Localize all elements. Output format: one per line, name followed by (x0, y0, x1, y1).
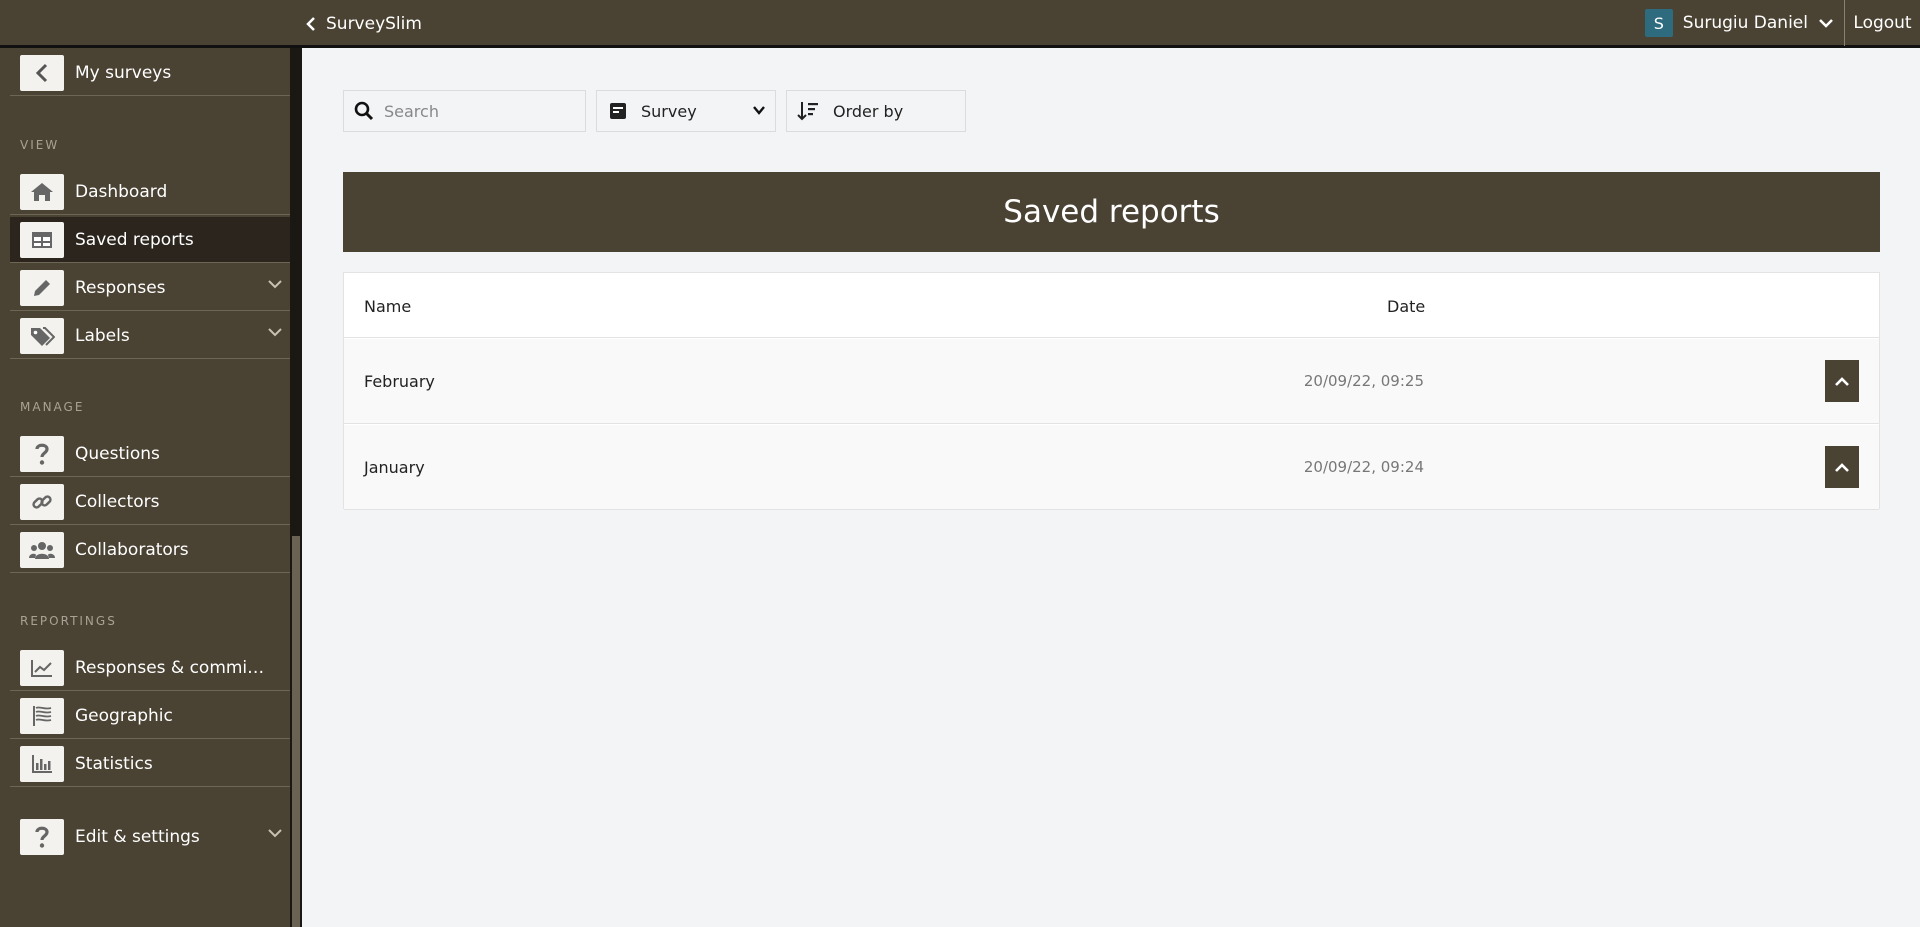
avatar: S (1644, 9, 1673, 37)
question-mark-icon (20, 819, 64, 855)
section-label-manage: MANAGE (20, 400, 85, 414)
survey-select-value: Survey (641, 101, 697, 121)
chevron-left-icon (306, 17, 315, 31)
sidebar-item-labels[interactable]: Labels (10, 313, 290, 359)
chevron-down-icon (268, 829, 282, 838)
sidebar-item-collaborators[interactable]: Collaborators (10, 527, 290, 573)
table-row[interactable]: February 20/09/22, 09:25 (344, 339, 1879, 424)
sidebar-item-label: Saved reports (75, 229, 194, 250)
sidebar-scrollbar-thumb[interactable] (292, 536, 300, 927)
users-icon (20, 531, 64, 568)
chevron-down-icon (1819, 19, 1833, 28)
link-icon (20, 483, 64, 520)
sidebar-item-label: My surveys (75, 62, 172, 83)
brand-name: SurveySlim (326, 14, 422, 34)
report-name: February (364, 372, 435, 391)
chevron-down-icon (268, 328, 282, 337)
section-label-reportings: REPORTINGS (20, 614, 117, 628)
search-icon (354, 101, 374, 121)
chevron-up-icon (1835, 376, 1849, 386)
toggle-row-button[interactable] (1825, 446, 1859, 488)
reports-table: Name Date February 20/09/22, 09:25 Janua… (343, 272, 1880, 510)
report-date: 20/09/22, 09:24 (1303, 458, 1424, 476)
sidebar-item-label: Questions (75, 443, 160, 464)
table-header: Name Date (344, 273, 1879, 338)
sidebar-item-statistics[interactable]: Statistics (10, 741, 290, 787)
order-by-button[interactable]: Order by (786, 90, 966, 132)
tags-icon (20, 317, 64, 354)
flag-icon (20, 697, 64, 734)
column-header-name: Name (364, 297, 412, 316)
top-bar: SurveySlim S Surugiu Daniel Logout (0, 0, 1920, 48)
sidebar-item-label: Geographic (75, 705, 173, 726)
line-chart-icon (20, 649, 64, 686)
sidebar-item-label: Collectors (75, 491, 160, 512)
sidebar-item-my-surveys[interactable]: My surveys (10, 50, 290, 96)
chevron-down-icon (753, 106, 765, 115)
sidebar-item-label: Collaborators (75, 539, 189, 560)
sidebar-item-dashboard[interactable]: Dashboard (10, 169, 290, 215)
column-header-date: Date (1387, 297, 1426, 316)
report-date: 20/09/22, 09:25 (1303, 372, 1424, 390)
report-name: January (364, 458, 425, 477)
sidebar-item-label: Responses (75, 277, 166, 298)
sidebar-item-questions[interactable]: Questions (10, 431, 290, 477)
brand-back-link[interactable]: SurveySlim (306, 0, 422, 48)
search-box (343, 90, 586, 132)
user-menu[interactable]: S Surugiu Daniel (1644, 0, 1845, 46)
question-mark-icon (20, 435, 64, 472)
chevron-up-icon (1835, 462, 1849, 472)
search-input[interactable] (384, 101, 564, 121)
sidebar-item-label: Dashboard (75, 181, 168, 202)
sidebar-item-collectors[interactable]: Collectors (10, 479, 290, 525)
sort-icon (797, 102, 818, 121)
sidebar-item-label: Responses & commissio... (75, 657, 270, 678)
survey-select[interactable]: Survey (596, 90, 776, 132)
table-row[interactable]: January 20/09/22, 09:24 (344, 425, 1879, 510)
survey-icon (610, 103, 626, 119)
sidebar-item-label: Edit & settings (75, 827, 200, 847)
section-label-view: VIEW (20, 138, 60, 152)
toggle-row-button[interactable] (1825, 360, 1859, 402)
sidebar-item-label: Statistics (75, 753, 153, 774)
pencil-icon (20, 269, 64, 306)
sidebar-item-responses[interactable]: Responses (10, 265, 290, 311)
sidebar-item-edit-settings[interactable]: Edit & settings (10, 814, 290, 860)
table-icon (20, 221, 64, 258)
sidebar-item-saved-reports[interactable]: Saved reports (10, 217, 290, 263)
page-title: Saved reports (343, 172, 1880, 252)
chevron-left-icon (20, 54, 64, 91)
bar-chart-icon (20, 745, 64, 782)
order-by-label: Order by (833, 101, 904, 121)
sidebar-item-label: Labels (75, 325, 130, 346)
sidebar-item-geographic[interactable]: Geographic (10, 693, 290, 739)
chevron-down-icon (268, 280, 282, 289)
logout-button[interactable]: Logout (1845, 0, 1920, 46)
user-name: Surugiu Daniel (1682, 13, 1808, 33)
home-icon (20, 173, 64, 210)
sidebar-item-responses-commission[interactable]: Responses & commissio... (10, 645, 290, 691)
